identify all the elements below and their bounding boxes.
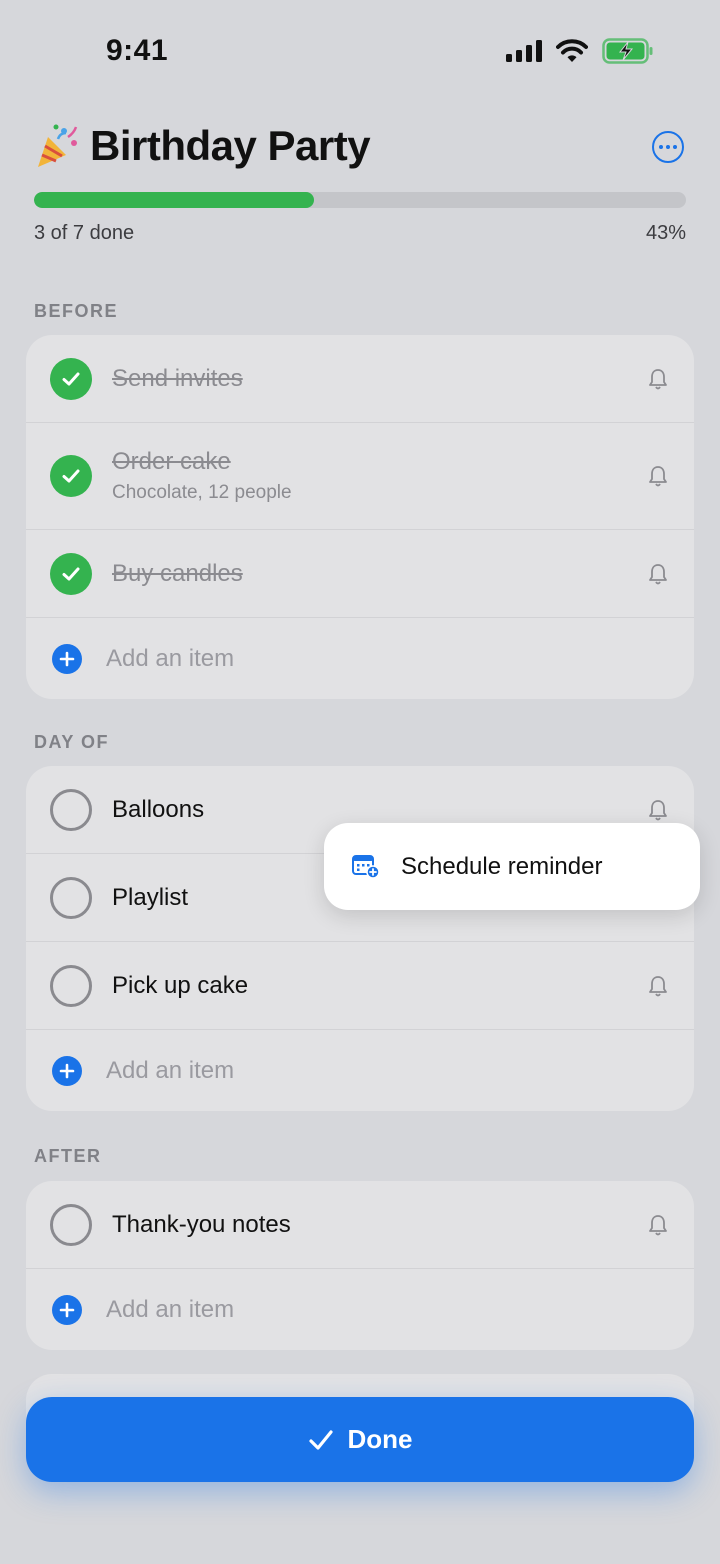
schedule-reminder-menu-item[interactable]: Schedule reminder — [324, 823, 700, 910]
checkmark-circle-icon[interactable] — [50, 552, 92, 595]
empty-circle-icon[interactable] — [50, 788, 92, 831]
checkmark-circle-icon[interactable] — [50, 357, 92, 400]
status-time: 9:41 — [106, 34, 169, 67]
bell-icon[interactable] — [646, 562, 670, 586]
party-popper-icon — [38, 124, 78, 167]
page-title: Birthday Party — [90, 122, 371, 169]
plus-circle-icon[interactable] — [52, 1294, 82, 1325]
list-item[interactable]: Pick up cake — [26, 942, 694, 1030]
bell-icon[interactable] — [646, 798, 670, 822]
item-title: Playlist — [112, 883, 189, 911]
empty-circle-icon[interactable] — [50, 876, 92, 919]
item-subtitle: Chocolate, 12 people — [112, 482, 292, 503]
add-item-label: Add an item — [106, 1295, 235, 1323]
checkmark-icon — [308, 1429, 333, 1450]
wifi-icon — [556, 39, 588, 62]
plus-circle-icon[interactable] — [52, 643, 82, 674]
section-card-after: Thank-you notes Add an item — [26, 1181, 694, 1350]
item-title: Send invites — [112, 364, 243, 392]
schedule-reminder-label: Schedule reminder — [401, 852, 603, 880]
bell-icon[interactable] — [646, 464, 670, 488]
list-header: Birthday Party — [34, 122, 686, 178]
item-title: Pick up cake — [112, 971, 249, 999]
add-item-button[interactable]: Add an item — [26, 1269, 694, 1350]
empty-circle-icon[interactable] — [50, 1203, 92, 1246]
cellular-signal-icon — [506, 40, 542, 62]
list-item[interactable]: Thank-you notes — [26, 1181, 694, 1269]
bell-icon[interactable] — [646, 367, 670, 391]
checkmark-circle-icon[interactable] — [50, 455, 92, 497]
done-button[interactable]: Done — [26, 1397, 694, 1482]
section-card-day-of: Balloons Playlist Pick up cake Add an it… — [26, 766, 694, 1111]
list-item[interactable]: Send invites — [26, 335, 694, 423]
more-options-icon[interactable] — [652, 131, 684, 163]
progress-percent-label: 43% — [645, 222, 686, 244]
add-item-button[interactable]: Add an item — [26, 618, 694, 699]
calendar-add-icon — [352, 855, 380, 879]
section-label-before: BEFORE — [34, 301, 119, 321]
add-item-label: Add an item — [106, 1056, 235, 1084]
empty-circle-icon[interactable] — [50, 964, 92, 1007]
list-item[interactable]: Buy candles — [26, 530, 694, 618]
section-card-before: Send invites Order cake Chocolate, 12 pe… — [26, 335, 694, 699]
bell-icon[interactable] — [646, 1213, 670, 1237]
item-title: Balloons — [112, 795, 205, 823]
section-label-after: AFTER — [34, 1146, 102, 1166]
item-title: Buy candles — [112, 559, 243, 587]
bell-icon[interactable] — [646, 974, 670, 998]
plus-circle-icon[interactable] — [52, 1055, 82, 1086]
add-item-label: Add an item — [106, 644, 235, 672]
section-label-day-of: DAY OF — [34, 732, 110, 752]
progress-fill — [34, 192, 315, 208]
list-item[interactable]: Order cake Chocolate, 12 people — [26, 423, 694, 530]
progress-count-label: 3 of 7 done — [34, 222, 135, 244]
progress-bar — [34, 192, 686, 208]
status-bar: 9:41 — [0, 0, 720, 100]
item-title: Thank-you notes — [112, 1210, 291, 1238]
add-item-button[interactable]: Add an item — [26, 1030, 694, 1111]
done-label: Done — [347, 1424, 413, 1454]
item-title: Order cake — [112, 448, 231, 475]
battery-charging-icon — [602, 38, 653, 64]
